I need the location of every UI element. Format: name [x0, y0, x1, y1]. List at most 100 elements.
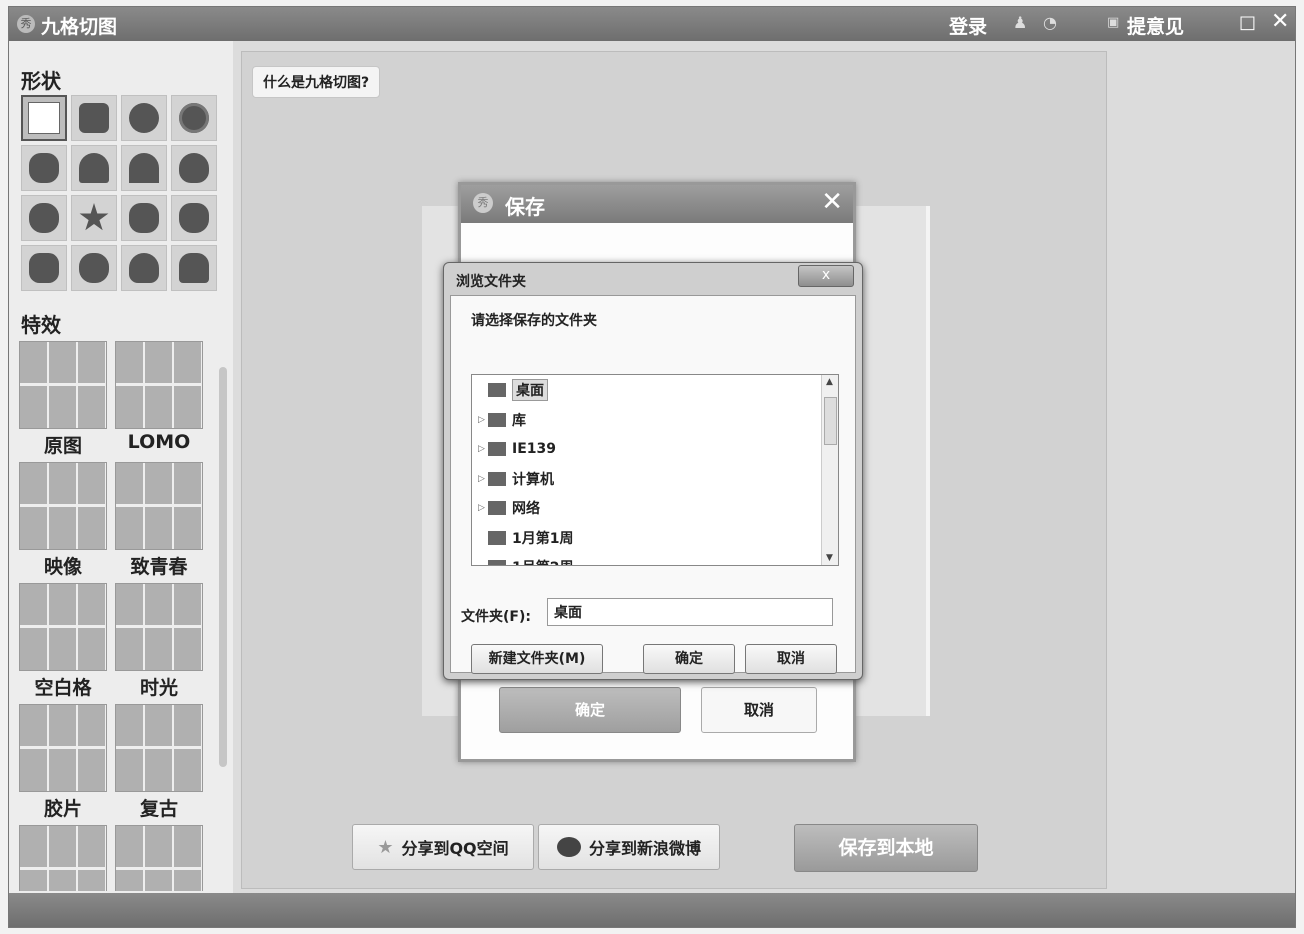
effect-thumbnail	[19, 704, 107, 792]
close-icon[interactable]: ✕	[821, 187, 843, 217]
shape-duck[interactable]	[71, 245, 117, 291]
effect-thumbnail	[115, 825, 203, 891]
qzone-star-icon: ★	[377, 836, 394, 858]
effect-item[interactable]: LOMO	[115, 341, 203, 453]
tree-item[interactable]: ▷ 计算机	[478, 466, 554, 492]
browse-close-button[interactable]: x	[798, 265, 854, 287]
effects-list: 原图 LOMO 映像 致青春空白格 时光胶片 复古	[17, 341, 217, 891]
status-bar	[9, 893, 1295, 927]
shape-bear[interactable]	[121, 195, 167, 241]
maximize-icon[interactable]: □	[1239, 12, 1256, 33]
folder-icon	[488, 560, 506, 565]
effect-label: 原图	[43, 435, 82, 457]
effect-item[interactable]: 致青春	[115, 462, 203, 579]
close-icon[interactable]: ✕	[1271, 9, 1289, 34]
effect-label: LOMO	[127, 431, 191, 453]
scroll-down-icon[interactable]: ▼	[826, 553, 833, 563]
expand-arrow-icon[interactable]: ▷	[478, 415, 488, 425]
shape-circle[interactable]	[121, 95, 167, 141]
flower-shape-icon	[29, 153, 59, 183]
star-shape-icon	[79, 203, 109, 231]
browse-ok-button[interactable]: 确定	[643, 644, 735, 674]
effects-section-label: 特效	[21, 313, 61, 337]
effect-label: 时光	[139, 677, 178, 699]
tree-item[interactable]: ▷ 网络	[478, 495, 540, 521]
tree-item[interactable]: 1月第1周	[478, 525, 573, 551]
browse-folder-dialog: 浏览文件夹 x 请选择保存的文件夹 ▲ ▼ 桌面 ▷ 库 ▷ IE139 ▷ 计算机 ▷ 网络 1…	[443, 262, 863, 680]
bear-shape-icon	[129, 203, 159, 233]
share-qzone-button[interactable]: ★ 分享到QQ空间	[352, 824, 534, 870]
tree-scrollbar[interactable]: ▲ ▼	[821, 375, 838, 565]
shape-star[interactable]	[71, 195, 117, 241]
shape-drop[interactable]	[171, 145, 217, 191]
tree-item-label: 1月第1周	[512, 530, 574, 547]
save-local-button[interactable]: 保存到本地	[794, 824, 978, 872]
share-weibo-button[interactable]: 分享到新浪微博	[538, 824, 720, 870]
arch-shape-icon	[129, 153, 159, 183]
tree-item-label: 1月第2周	[512, 557, 573, 565]
browse-cancel-button[interactable]: 取消	[745, 644, 837, 674]
folder-tree[interactable]: ▲ ▼ 桌面 ▷库 ▷IE139 ▷计算机 ▷网络 1月第1周 1月第2周	[471, 374, 839, 566]
effect-item[interactable]: 原图	[19, 341, 107, 458]
shape-sunburst[interactable]	[171, 95, 217, 141]
main-canvas: 什么是九格切图? 秀 保存 ✕ 确定 取消 浏览文件夹 x 请选择保存的文件夹 …	[241, 51, 1107, 889]
library-icon	[488, 412, 506, 427]
tree-item[interactable]: ▷ 库	[478, 407, 526, 433]
sunburst-shape-icon	[179, 103, 209, 133]
shape-android[interactable]	[171, 245, 217, 291]
new-folder-button[interactable]: 新建文件夹(M)	[471, 644, 603, 674]
android-shape-icon	[179, 253, 209, 283]
circle-shape-icon	[129, 103, 159, 133]
effects-scrollbar[interactable]	[219, 351, 227, 881]
feedback-link[interactable]: 提意见	[1127, 12, 1184, 39]
tree-item[interactable]: 1月第2周	[478, 554, 573, 565]
effect-thumbnail	[19, 341, 107, 429]
shape-square[interactable]	[21, 95, 67, 141]
shape-arch[interactable]	[121, 145, 167, 191]
shape-flower[interactable]	[21, 145, 67, 191]
titlebar: 秀 九格切图 登录 ♟ ◔ ▣ 提意见 □ ✕	[9, 7, 1295, 41]
mouse-shape-icon	[29, 253, 59, 283]
app-logo-icon: 秀	[17, 15, 35, 33]
shape-apple[interactable]	[21, 195, 67, 241]
heart-shape-icon	[79, 153, 109, 183]
effect-item[interactable]: 复古	[115, 704, 203, 821]
shape-rounded-square[interactable]	[71, 95, 117, 141]
expand-arrow-icon[interactable]: ▷	[478, 474, 488, 484]
qq-icon[interactable]: ♟	[1013, 13, 1027, 32]
tree-scroll-thumb[interactable]	[824, 397, 837, 445]
shape-section-label: 形状	[21, 69, 61, 93]
share-weibo-label: 分享到新浪微博	[588, 839, 701, 858]
shape-mouse[interactable]	[21, 245, 67, 291]
expand-arrow-icon[interactable]: ▷	[478, 503, 488, 513]
effect-thumbnail	[115, 583, 203, 671]
scroll-up-icon[interactable]: ▲	[826, 377, 833, 387]
effect-label: 致青春	[130, 556, 188, 578]
effect-item[interactable]: 映像	[19, 462, 107, 579]
tree-item[interactable]: ▷ IE139	[478, 436, 556, 462]
effect-item[interactable]	[19, 825, 107, 891]
effect-item[interactable]: 时光	[115, 583, 203, 700]
save-cancel-button[interactable]: 取消	[701, 687, 817, 733]
shape-cat[interactable]	[171, 195, 217, 241]
effect-label: 复古	[139, 798, 178, 820]
effect-item[interactable]	[115, 825, 203, 891]
shape-heart[interactable]	[71, 145, 117, 191]
weibo-icon[interactable]: ◔	[1043, 13, 1057, 32]
tree-item[interactable]: 桌面	[478, 377, 548, 403]
login-link[interactable]: 登录	[949, 12, 987, 39]
what-is-button[interactable]: 什么是九格切图?	[252, 66, 381, 98]
share-qzone-label: 分享到QQ空间	[401, 839, 509, 858]
shape-penguin[interactable]	[121, 245, 167, 291]
effect-item[interactable]: 胶片	[19, 704, 107, 821]
scrollbar-thumb[interactable]	[219, 367, 227, 767]
effect-item[interactable]: 空白格	[19, 583, 107, 700]
effect-thumbnail	[19, 583, 107, 671]
save-ok-button[interactable]: 确定	[499, 687, 681, 733]
effect-thumbnail	[19, 462, 107, 550]
expand-arrow-icon[interactable]: ▷	[478, 444, 488, 454]
effect-thumbnail	[115, 462, 203, 550]
sidebar: 形状 特效 原图 LOMO 映像 致青春空白格 时光胶片 复古	[9, 41, 233, 893]
shape-grid	[21, 95, 225, 291]
folder-input[interactable]: 桌面	[547, 598, 833, 626]
